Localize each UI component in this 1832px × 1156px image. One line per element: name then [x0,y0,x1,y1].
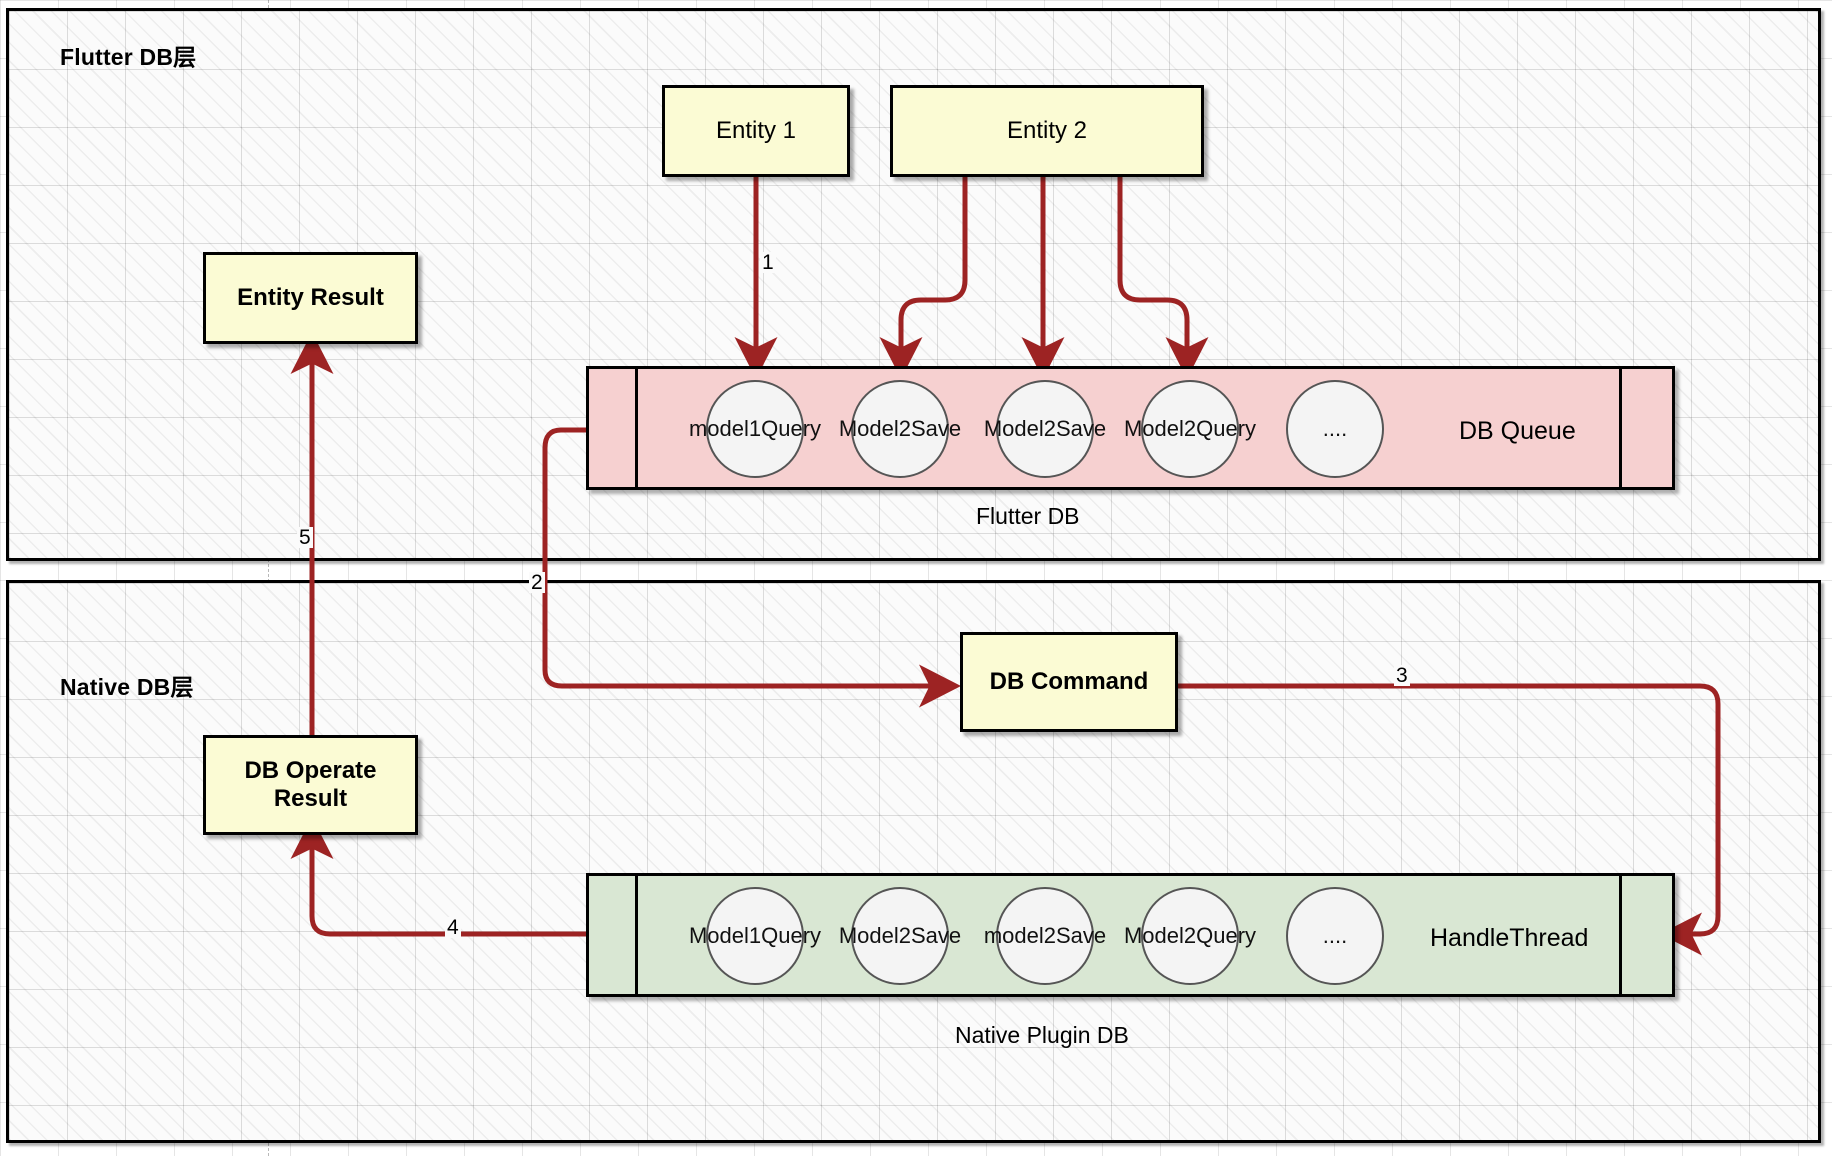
flutter-queue-item-4[interactable]: Model2 Query [1124,380,1256,478]
native-queue-item-3-line2: Save [1056,923,1107,949]
flutter-queue-item-1-line1: model1 [688,416,762,442]
step-label-5: 5 [297,526,313,549]
flutter-queue-left-divider [635,369,638,487]
flutter-queue-item-1[interactable]: model1 Query [689,380,821,478]
native-db-layer-title: Native DB层 [60,674,194,700]
flutter-queue-item-3-line2: Save [1056,416,1107,442]
flutter-db-queue-label: DB Queue [1459,417,1576,445]
db-operate-result-label-line1: DB Operate [244,757,377,785]
entity-result-label: Entity Result [237,284,384,312]
flutter-queue-item-1-line2: Query [761,416,822,442]
native-queue-item-4-line2: Query [1196,923,1257,949]
native-queue-item-2-line2: Save [911,923,962,949]
flutter-queue-item-4-line2: Query [1196,416,1257,442]
native-queue-item-1-line2: Query [761,923,822,949]
step-label-2: 2 [529,571,545,594]
native-queue-item-1-line1: Model1 [688,923,762,949]
native-db-layer-container [6,580,1821,1143]
native-queue-item-5-line1: .... [1322,923,1348,949]
native-queue-item-4-line1: Model2 [1123,923,1197,949]
native-handlethread-label: HandleThread [1430,924,1589,952]
native-queue-item-4[interactable]: Model2 Query [1124,887,1256,985]
native-queue-item-3[interactable]: model2 Save [984,887,1106,985]
entity-1-label: Entity 1 [715,117,797,145]
db-operate-result-label-line2: Result [273,785,348,812]
flutter-queue-item-2-line1: Model2 [838,416,911,442]
db-operate-result-box[interactable]: DB Operate Result [203,735,418,835]
native-queue-item-3-line1: model2 [983,923,1056,949]
flutter-queue-right-divider [1619,369,1622,487]
flutter-queue-item-4-line1: Model2 [1123,416,1197,442]
flutter-queue-item-2[interactable]: Model2 Save [839,380,961,478]
step-label-4: 4 [445,916,461,939]
entity-2-box[interactable]: Entity 2 [890,85,1204,177]
diagram-canvas: Flutter DB层 Native DB层 Entity 1 Entity 2… [0,0,1832,1156]
native-queue-left-divider [635,876,638,994]
entity-1-box[interactable]: Entity 1 [662,85,850,177]
native-queue-item-5[interactable]: .... [1286,887,1384,985]
step-label-3: 3 [1394,664,1410,687]
native-layer-hatch-fill [9,583,1818,1140]
db-command-label: DB Command [989,668,1149,696]
native-queue-item-2[interactable]: Model2 Save [839,887,961,985]
entity-2-label: Entity 2 [1006,117,1088,145]
flutter-queue-item-3-line1: Model2 [983,416,1056,442]
flutter-queue-item-5[interactable]: .... [1286,380,1384,478]
entity-result-box[interactable]: Entity Result [203,252,418,344]
flutter-db-caption: Flutter DB [976,503,1080,529]
flutter-queue-item-3[interactable]: Model2 Save [984,380,1106,478]
flutter-queue-item-2-line2: Save [911,416,962,442]
native-queue-right-divider [1619,876,1622,994]
native-queue-item-2-line1: Model2 [838,923,911,949]
native-plugin-db-caption: Native Plugin DB [955,1022,1129,1048]
native-queue-item-1[interactable]: Model1 Query [689,887,821,985]
step-label-1: 1 [760,251,776,274]
flutter-queue-item-5-line1: .... [1322,416,1348,442]
db-command-box[interactable]: DB Command [960,632,1178,732]
flutter-db-layer-title: Flutter DB层 [60,44,197,70]
